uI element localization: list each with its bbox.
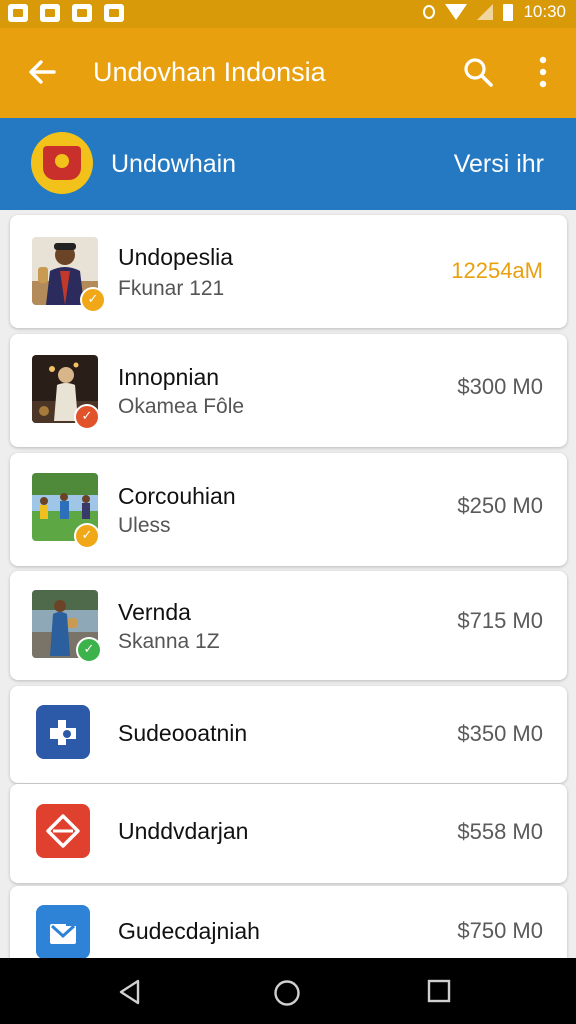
item-subtitle: Okamea Fôle <box>118 395 245 418</box>
item-title: Undopeslia <box>118 244 234 270</box>
more-vert-icon[interactable] <box>528 54 558 90</box>
item-price: $750 M0 <box>457 918 543 943</box>
signal-icon <box>477 4 494 20</box>
back-arrow-icon[interactable] <box>24 54 60 90</box>
app-notification-icon <box>72 4 92 22</box>
alarm-icon <box>423 5 436 19</box>
mail-app-icon <box>36 905 90 959</box>
status-check-icon: ✓ <box>76 637 102 663</box>
nav-back-icon[interactable] <box>116 978 144 1006</box>
list-item[interactable]: Sudeooatnin $350 M0 <box>10 686 567 783</box>
status-check-icon: ✓ <box>74 523 100 549</box>
list-item[interactable]: Unddvdarjan $558 M0 <box>10 784 567 883</box>
status-bar: 10:30 <box>0 0 576 28</box>
item-price: 12254aM <box>451 258 543 283</box>
item-title: Gudecdajniah <box>118 918 260 944</box>
diamond-app-icon <box>36 804 90 858</box>
item-price: $350 M0 <box>457 721 543 746</box>
list-item[interactable]: ✓ Undopeslia Fkunar 121 12254aM <box>10 215 567 328</box>
nav-recents-icon[interactable] <box>426 978 452 1004</box>
app-bar: Undovhan Indonsia <box>0 28 576 118</box>
list-item[interactable]: ✓ Innopnian Okamea Fôle $300 M0 <box>10 334 567 447</box>
search-icon[interactable] <box>460 54 496 90</box>
clock: 10:30 <box>523 2 566 21</box>
page-title: Undovhan Indonsia <box>93 57 326 87</box>
battery-icon <box>503 3 514 21</box>
item-title: Sudeooatnin <box>118 720 248 746</box>
section-title: Undowhain <box>111 150 237 178</box>
item-title: Unddvdarjan <box>118 818 249 844</box>
item-title: Corcouhian <box>118 483 236 509</box>
item-subtitle: Skanna 1Z <box>118 630 220 653</box>
item-price: $300 M0 <box>457 374 543 399</box>
item-title: Vernda <box>118 599 191 625</box>
list-item[interactable]: ✓ Vernda Skanna 1Z $715 M0 <box>10 571 567 680</box>
wifi-icon <box>445 4 468 20</box>
item-price: $250 M0 <box>457 493 543 518</box>
list-item[interactable]: ✓ Corcouhian Uless $250 M0 <box>10 453 567 566</box>
photo-notification-icon <box>8 4 28 22</box>
item-title: Innopnian <box>118 364 220 390</box>
status-check-icon: ✓ <box>74 404 100 430</box>
system-status: 10:30 <box>423 2 566 22</box>
image-notification-icon <box>40 4 60 22</box>
emblem-shield-icon <box>43 146 81 180</box>
status-check-icon: ✓ <box>80 287 106 313</box>
puzzle-app-icon <box>36 705 90 759</box>
message-notification-icon <box>104 4 124 22</box>
item-price: $715 M0 <box>457 608 543 633</box>
section-header: Undowhain Versi ihr <box>0 118 576 210</box>
item-subtitle: Uless <box>118 514 171 537</box>
system-navigation-bar <box>0 958 576 1024</box>
nav-home-icon[interactable] <box>272 978 302 1008</box>
item-price: $558 M0 <box>457 819 543 844</box>
version-link[interactable]: Versi ihr <box>454 150 544 179</box>
emblem-logo <box>31 132 93 194</box>
notification-icons <box>8 4 124 22</box>
item-subtitle: Fkunar 121 <box>118 277 225 300</box>
